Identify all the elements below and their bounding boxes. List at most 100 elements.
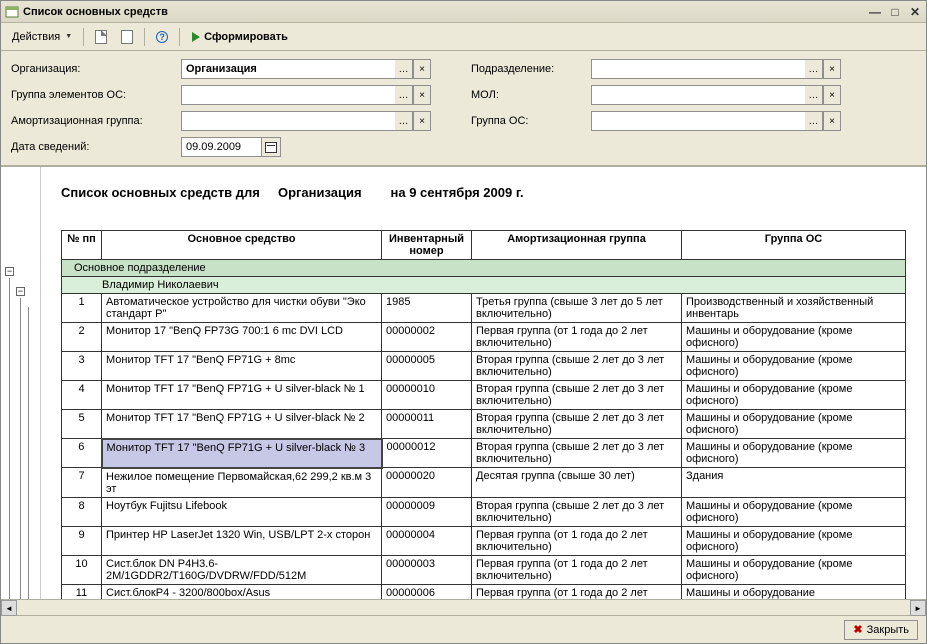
- cell: 1: [62, 294, 102, 323]
- dept-input[interactable]: [591, 59, 805, 79]
- amort-group-input-wrap: … ×: [181, 111, 431, 131]
- cell: Машины и оборудование (кроме офисного): [682, 555, 906, 584]
- date-input-wrap: [181, 137, 431, 157]
- cell: Первая группа (от 1 года до 2 лет включи…: [472, 555, 682, 584]
- date-input[interactable]: [181, 137, 261, 157]
- date-label: Дата сведений:: [11, 141, 181, 153]
- group-row-1[interactable]: Основное подразделение: [62, 260, 906, 277]
- table-row[interactable]: 10Сист.блок DN P4H3.6-2M/1GDDR2/T160G/DV…: [62, 555, 906, 584]
- cell: 00000012: [382, 439, 472, 468]
- report-table: № пп Основное средство Инвентарный номер…: [61, 230, 906, 599]
- outline-line: [28, 307, 29, 599]
- outline-line: [20, 298, 21, 599]
- cell: Машины и оборудование (кроме офисного): [682, 497, 906, 526]
- cell: 00000002: [382, 323, 472, 352]
- table-row[interactable]: 4Монитор TFT 17 "BenQ FP71G + U silver-b…: [62, 381, 906, 410]
- col-grp-header: Группа ОС: [682, 231, 906, 260]
- new-doc-button[interactable]: [90, 27, 112, 47]
- org-label: Организация:: [11, 63, 181, 75]
- title-prefix: Список основных средств для: [61, 185, 260, 200]
- cell: 3: [62, 352, 102, 381]
- footer: ✖ Закрыть: [1, 615, 926, 643]
- table-row[interactable]: 8Ноутбук Fujitsu Lifebook00000009Вторая …: [62, 497, 906, 526]
- cell: Первая группа (от 1 года до 2 лет включи…: [472, 323, 682, 352]
- org-select-button[interactable]: …: [395, 59, 413, 79]
- scroll-right-button[interactable]: ►: [910, 600, 926, 616]
- cell: Монитор TFT 17 "BenQ FP71G + U silver-bl…: [102, 381, 382, 410]
- cell: Третья группа (свыше 3 лет до 5 лет вклю…: [472, 294, 682, 323]
- actions-label: Действия: [12, 31, 60, 43]
- os-group-select-button[interactable]: …: [805, 111, 823, 131]
- org-clear-button[interactable]: ×: [413, 59, 431, 79]
- amort-group-input[interactable]: [181, 111, 395, 131]
- help-icon: ?: [156, 31, 168, 43]
- mol-clear-button[interactable]: ×: [823, 85, 841, 105]
- help-button[interactable]: ?: [151, 27, 173, 47]
- separator: [83, 28, 84, 46]
- close-window-button[interactable]: ✕: [908, 5, 922, 19]
- table-row[interactable]: 9Принтер HP LaserJet 1320 Win, USB/LPT 2…: [62, 526, 906, 555]
- elem-group-input[interactable]: [181, 85, 395, 105]
- cell: 00000020: [382, 468, 472, 498]
- os-group-input[interactable]: [591, 111, 805, 131]
- form-report-button[interactable]: Сформировать: [186, 27, 294, 47]
- cell: Производственный и хозяйственный инвента…: [682, 294, 906, 323]
- mol-input[interactable]: [591, 85, 805, 105]
- actions-menu-button[interactable]: Действия ▼: [7, 27, 77, 47]
- table-row[interactable]: 11Сист.блокP4 - 3200/800box/Asus00000006…: [62, 584, 906, 599]
- restore-settings-button[interactable]: [116, 27, 138, 47]
- dept-clear-button[interactable]: ×: [823, 59, 841, 79]
- elem-group-select-button[interactable]: …: [395, 85, 413, 105]
- col-amort-header: Амортизационная группа: [472, 231, 682, 260]
- cell: Сист.блокP4 - 3200/800box/Asus: [102, 584, 382, 599]
- cell: Вторая группа (свыше 2 лет до 3 лет вклю…: [472, 439, 682, 468]
- scroll-left-button[interactable]: ◄: [1, 600, 17, 616]
- cell: Машины и оборудование (кроме офисного): [682, 323, 906, 352]
- titlebar: Список основных средств — □ ✕: [1, 1, 926, 23]
- elem-group-clear-button[interactable]: ×: [413, 85, 431, 105]
- play-icon: [192, 32, 200, 42]
- os-group-clear-button[interactable]: ×: [823, 111, 841, 131]
- dept-select-button[interactable]: …: [805, 59, 823, 79]
- org-input[interactable]: [181, 59, 395, 79]
- col-name-header: Основное средство: [102, 231, 382, 260]
- separator: [144, 28, 145, 46]
- org-input-wrap: … ×: [181, 59, 431, 79]
- chevron-down-icon: ▼: [65, 33, 72, 40]
- table-row[interactable]: 5Монитор TFT 17 "BenQ FP71G + U silver-b…: [62, 410, 906, 439]
- horizontal-scrollbar[interactable]: ◄ ►: [1, 599, 926, 615]
- outline-collapse-2[interactable]: −: [16, 287, 25, 296]
- table-row[interactable]: 6Монитор TFT 17 "BenQ FP71G + U silver-b…: [62, 439, 906, 468]
- table-row[interactable]: 2Монитор 17 "BenQ FP73G 700:1 6 mc DVI L…: [62, 323, 906, 352]
- app-icon: [5, 5, 19, 19]
- cell: Монитор 17 "BenQ FP73G 700:1 6 mc DVI LC…: [102, 323, 382, 352]
- maximize-button[interactable]: □: [888, 5, 902, 19]
- cell: 9: [62, 526, 102, 555]
- close-button[interactable]: ✖ Закрыть: [844, 620, 918, 640]
- amort-group-clear-button[interactable]: ×: [413, 111, 431, 131]
- col-inv-header: Инвентарный номер: [382, 231, 472, 260]
- minimize-button[interactable]: —: [868, 5, 882, 19]
- amort-group-label: Амортизационная группа:: [11, 115, 181, 127]
- close-icon: ✖: [853, 623, 862, 636]
- table-row[interactable]: 7Нежилое помещение Первомайская,62 299,2…: [62, 468, 906, 498]
- mol-input-wrap: … ×: [591, 85, 841, 105]
- mol-select-button[interactable]: …: [805, 85, 823, 105]
- cell: Нежилое помещение Первомайская,62 299,2 …: [102, 468, 382, 498]
- group-row-2[interactable]: Владимир Николаевич: [62, 277, 906, 294]
- table-row[interactable]: 1Автоматическое устройство для чистки об…: [62, 294, 906, 323]
- toolbar: Действия ▼ ? Сформировать: [1, 23, 926, 51]
- group1-cell: Основное подразделение: [62, 260, 906, 277]
- report-title: Список основных средств для Организация …: [61, 185, 906, 200]
- report-area[interactable]: − − Список основных средств для Организа…: [1, 166, 926, 599]
- outline-collapse-1[interactable]: −: [5, 267, 14, 276]
- cell: 00000004: [382, 526, 472, 555]
- amort-group-select-button[interactable]: …: [395, 111, 413, 131]
- calendar-button[interactable]: [261, 137, 281, 157]
- cell: Машины и оборудование (кроме офисного): [682, 526, 906, 555]
- group2-cell: Владимир Николаевич: [62, 277, 906, 294]
- cell: Здания: [682, 468, 906, 498]
- table-row[interactable]: 3Монитор TFT 17 "BenQ FP71G + 8mc0000000…: [62, 352, 906, 381]
- calendar-icon: [265, 142, 277, 153]
- cell: Машины и оборудование (кроме офисного): [682, 381, 906, 410]
